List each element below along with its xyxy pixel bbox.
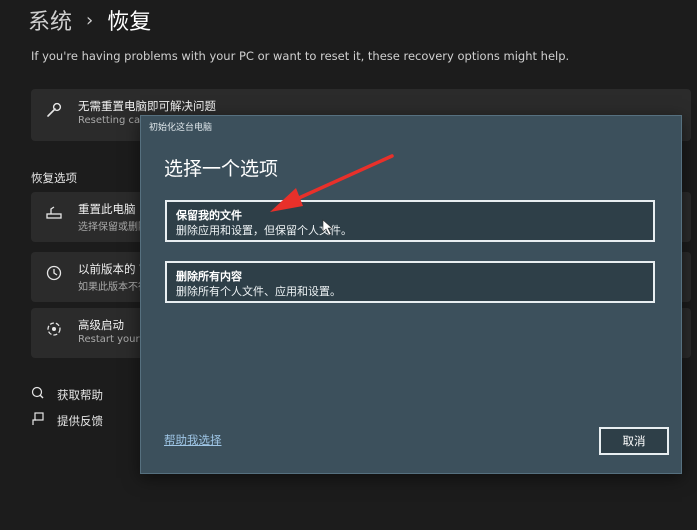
history-icon	[45, 264, 63, 282]
reset-pc-icon	[45, 204, 63, 222]
get-help-link[interactable]: 获取帮助	[31, 386, 103, 403]
remove-everything-option[interactable]: 删除所有内容 删除所有个人文件、应用和设置。	[165, 261, 655, 303]
recovery-item-desc: 如果此版本不行	[78, 282, 148, 293]
fix-problems-desc: Resetting can	[78, 115, 147, 126]
recovery-item-desc: 选择保留或删除	[78, 222, 148, 233]
power-settings-icon	[45, 320, 63, 338]
option-title: 保留我的文件	[176, 209, 242, 222]
dialog-heading: 选择一个选项	[164, 158, 279, 180]
help-me-choose-link[interactable]: 帮助我选择	[164, 432, 222, 448]
option-title: 删除所有内容	[176, 270, 242, 283]
dialog-window-title: 初始化这台电脑	[149, 123, 213, 133]
option-desc: 删除所有个人文件、应用和设置。	[176, 285, 341, 298]
recovery-item-desc: Restart your d	[78, 334, 150, 345]
recovery-item-title: 重置此电脑	[78, 202, 136, 216]
wrench-icon	[45, 101, 63, 119]
page-title: 恢复	[107, 10, 152, 35]
give-feedback-link[interactable]: 提供反馈	[31, 412, 103, 429]
reset-pc-dialog: 初始化这台电脑 选择一个选项 保留我的文件 删除应用和设置，但保留个人文件。 删…	[140, 115, 682, 474]
option-desc: 删除应用和设置，但保留个人文件。	[176, 224, 352, 237]
recovery-item-title: 高级启动	[78, 318, 124, 332]
breadcrumb-parent[interactable]: 系统	[28, 4, 72, 36]
breadcrumb: 系统 › 恢复	[28, 4, 151, 36]
get-help-label: 获取帮助	[57, 387, 103, 402]
cancel-button[interactable]: 取消	[599, 427, 669, 455]
chevron-right-icon: ›	[86, 9, 94, 31]
page-subtitle: If you're having problems with your PC o…	[31, 49, 570, 63]
give-feedback-label: 提供反馈	[57, 413, 103, 428]
section-label-recovery: 恢复选项	[31, 171, 77, 185]
keep-my-files-option[interactable]: 保留我的文件 删除应用和设置，但保留个人文件。	[165, 200, 655, 242]
fix-problems-title: 无需重置电脑即可解决问题	[78, 99, 216, 113]
help-icon	[31, 386, 47, 403]
feedback-icon	[31, 412, 47, 429]
